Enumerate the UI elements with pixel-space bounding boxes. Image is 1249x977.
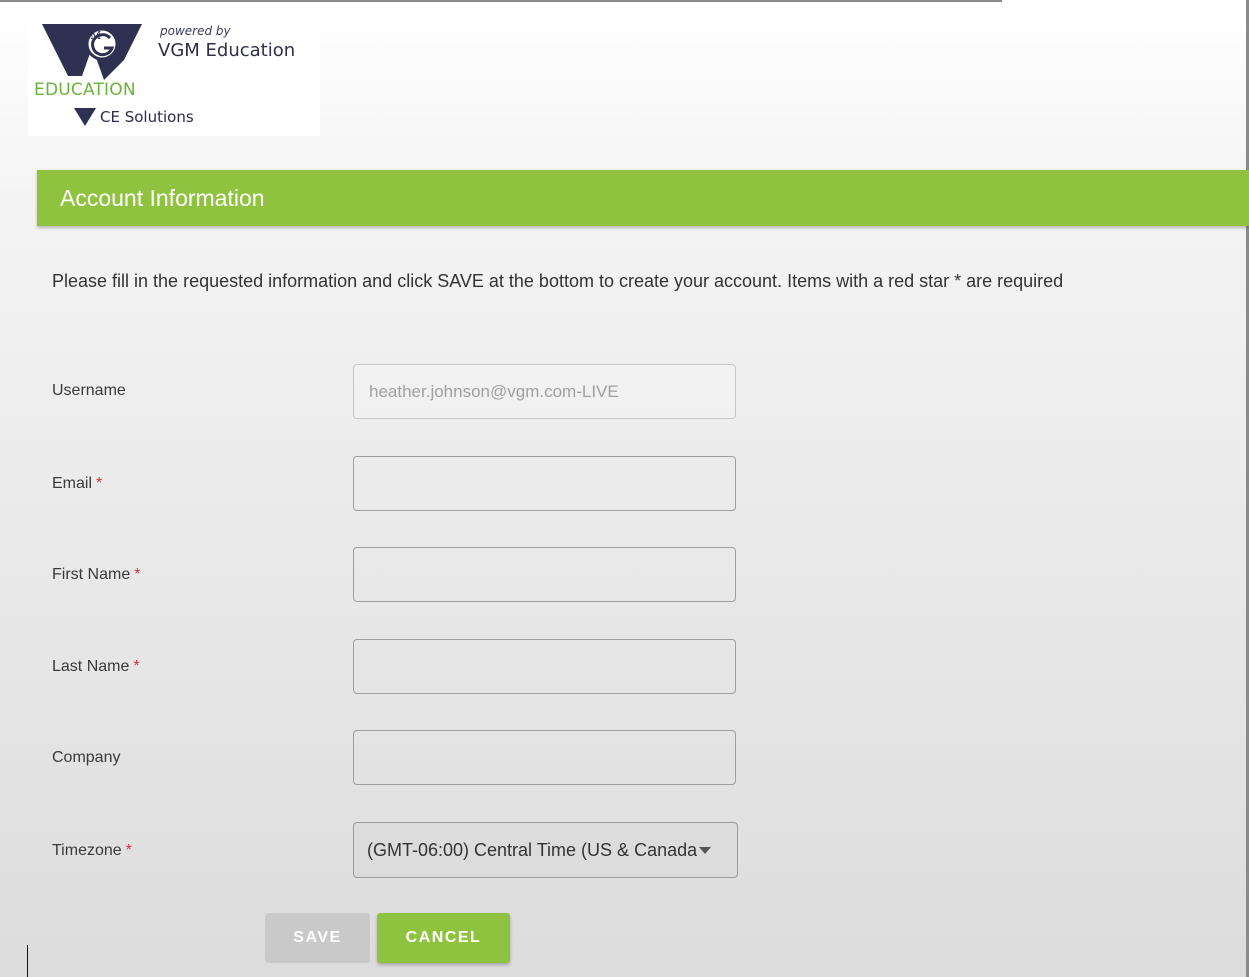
required-star: * — [134, 566, 141, 583]
cancel-button[interactable]: CANCEL — [377, 913, 510, 963]
email-label-text: Email — [52, 475, 93, 492]
caret-down-icon — [699, 847, 711, 854]
username-label-text: Username — [52, 382, 126, 399]
company-field[interactable] — [353, 730, 736, 785]
required-star: * — [125, 842, 132, 859]
last-name-label: Last Name * — [52, 658, 140, 676]
timezone-label-text: Timezone — [52, 842, 122, 859]
instructions-text: Please fill in the requested information… — [52, 271, 1064, 291]
timezone-selected-value: (GMT-06:00) Central Time (US & Canada) — [367, 840, 697, 860]
vgm-logo-icon: M — [42, 24, 142, 80]
save-button[interactable]: SAVE — [265, 913, 370, 963]
required-star: * — [96, 475, 103, 492]
ce-arrow-icon — [74, 108, 96, 126]
timezone-label: Timezone * — [52, 842, 132, 860]
logo: M EDUCATION CE Solutions powered by VGM … — [28, 18, 320, 136]
last-name-label-text: Last Name — [52, 658, 130, 675]
window-top-border — [0, 0, 1002, 2]
brand-name: VGM Education — [158, 40, 296, 61]
svg-text:M: M — [90, 29, 101, 42]
last-name-field[interactable] — [353, 639, 736, 694]
logo-education-word: EDUCATION — [34, 80, 136, 100]
section-header: Account Information — [37, 170, 1249, 226]
first-name-label: First Name * — [52, 566, 140, 584]
page-title: Account Information — [60, 185, 265, 211]
email-field[interactable] — [353, 456, 736, 511]
powered-by-text: powered by — [160, 24, 231, 38]
text-cursor — [27, 945, 28, 977]
first-name-field[interactable] — [353, 547, 736, 602]
username-label: Username — [52, 382, 126, 400]
first-name-label-text: First Name — [52, 566, 131, 583]
account-page: { "brand": { "powered_by": "powered by",… — [0, 0, 1249, 977]
email-label: Email * — [52, 475, 102, 493]
company-label: Company — [52, 749, 120, 767]
required-star: * — [133, 658, 140, 675]
company-label-text: Company — [52, 749, 121, 766]
ce-solutions-text: CE Solutions — [100, 108, 194, 126]
username-field[interactable] — [353, 364, 736, 419]
timezone-select[interactable]: (GMT-06:00) Central Time (US & Canada) — [353, 822, 738, 878]
